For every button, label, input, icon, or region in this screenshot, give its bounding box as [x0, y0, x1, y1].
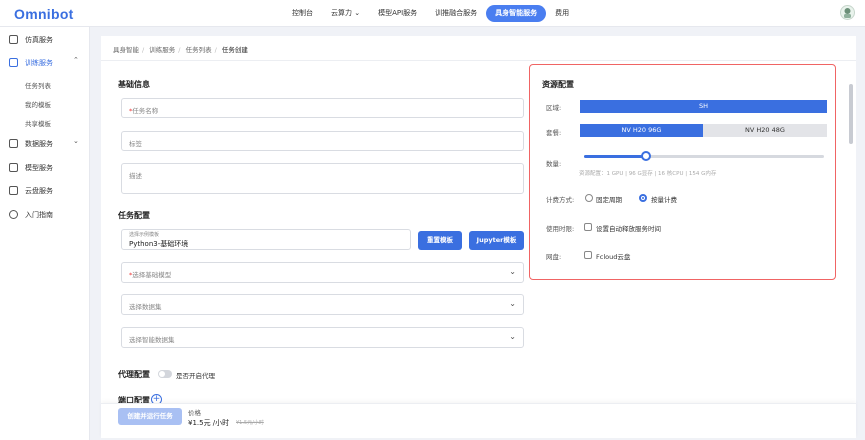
package-option-96g[interactable]: NV H20 96G — [580, 124, 703, 137]
resource-config-title: 资源配置 — [542, 80, 574, 89]
tags-input[interactable]: 标签 — [121, 131, 524, 151]
template-value: Python3-基础环境 — [129, 240, 189, 248]
auto-release-label[interactable]: 设置自动释放服务时间 — [596, 223, 661, 233]
sidebar-item-label: 模型服务 — [25, 164, 53, 172]
quantity-label: 数量: — [546, 160, 562, 168]
resource-config-panel: 资源配置 区域: SH 套餐: NV H20 96G NV H20 48G 数量… — [529, 64, 836, 280]
breadcrumb-item[interactable]: 训练服务 — [149, 46, 175, 54]
chevron-up-icon: ⌃ — [73, 56, 79, 64]
disk-label: 网盘: — [546, 253, 562, 261]
logo[interactable]: Omnibot — [14, 6, 74, 22]
template-float-label: 选择示例模板 — [129, 232, 160, 238]
task-name-placeholder: 任务名称 — [132, 107, 159, 115]
description-placeholder: 描述 — [129, 172, 142, 180]
fcloud-disk-label[interactable]: Fcloud云盘 — [596, 251, 630, 261]
template-select[interactable]: 选择示例模板 Python3-基础环境 — [121, 229, 411, 250]
robot-avatar-icon — [844, 8, 851, 18]
gear-icon — [9, 210, 18, 219]
divider — [101, 60, 856, 61]
nav-console[interactable]: 控制台 — [283, 5, 322, 22]
main-nav: 控制台 云算力 ⌄ 模型API服务 训推融合服务 具身智能服务 费用 — [283, 5, 578, 22]
breadcrumb-current: 任务创建 — [221, 46, 248, 54]
sidebar: 仿真服务 训练服务 ⌃ 任务列表 我的模板 共享模板 数据服务 ⌄ 模型服务 云… — [0, 27, 90, 440]
sidebar-item-label: 仿真服务 — [25, 36, 53, 44]
document-icon — [9, 35, 18, 44]
resource-spec-text: 资源配置：1 GPU | 96 G显存 | 16 核CPU | 154 G内存 — [579, 171, 717, 177]
sidebar-item-cloud-disk[interactable]: 云盘服务 — [0, 184, 90, 198]
sidebar-item-training[interactable]: 训练服务 ⌃ — [0, 56, 90, 70]
sidebar-item-label: 云盘服务 — [25, 187, 53, 195]
task-name-input[interactable]: *任务名称 — [121, 98, 524, 118]
quantity-slider-thumb[interactable] — [641, 151, 652, 161]
chevron-down-icon: ⌄ — [73, 137, 79, 145]
duration-label: 使用时限: — [546, 225, 575, 233]
server-icon — [9, 163, 18, 172]
base-model-select[interactable]: *选择基础模型 ⌄ — [121, 262, 524, 283]
nav-cloud-compute[interactable]: 云算力 ⌄ — [322, 5, 369, 22]
dataset-placeholder: 选择数据集 — [129, 303, 162, 311]
proxy-config-title: 代理配置 — [118, 370, 150, 379]
proxy-toggle-label: 是否开启代理 — [176, 372, 215, 380]
price-label: 价格 — [188, 409, 201, 417]
sidebar-item-label: 入门指南 — [25, 211, 53, 219]
nav-billing[interactable]: 费用 — [546, 5, 578, 22]
sidebar-item-simulation[interactable]: 仿真服务 — [0, 33, 90, 47]
chevron-down-icon: ⌄ — [509, 299, 516, 308]
price-value: ¥1.5元 /小时 — [188, 419, 230, 427]
shield-icon — [9, 58, 18, 67]
proxy-toggle[interactable] — [158, 370, 172, 378]
quantity-slider-fill — [584, 155, 647, 158]
reset-template-button[interactable]: 重置模板 — [418, 231, 462, 250]
tags-placeholder: 标签 — [129, 140, 142, 148]
basic-info-title: 基础信息 — [118, 80, 150, 89]
package-label: 套餐: — [546, 129, 562, 137]
sidebar-item-data[interactable]: 数据服务 ⌄ — [0, 137, 90, 151]
sidebar-sub-task-list[interactable]: 任务列表 — [25, 80, 51, 90]
sidebar-item-guide[interactable]: 入门指南 — [0, 208, 90, 222]
quantity-slider[interactable] — [584, 151, 824, 161]
smart-dataset-select[interactable]: 选择智能数据集 ⌄ — [121, 327, 524, 348]
auto-release-checkbox[interactable] — [584, 223, 592, 231]
region-option-sh[interactable]: SH — [580, 100, 827, 113]
description-textarea[interactable]: 描述 — [121, 163, 524, 194]
chevron-down-icon: ⌄ — [509, 332, 516, 341]
user-avatar[interactable] — [840, 5, 855, 20]
footer-bar: 创建并运行任务 价格 ¥1.5元 /小时 ¥1.5元/小时 — [101, 403, 856, 438]
breadcrumb-item[interactable]: 具身智能 — [113, 46, 139, 54]
nav-model-api[interactable]: 模型API服务 — [369, 5, 426, 22]
nav-embodied-ai[interactable]: 具身智能服务 — [486, 5, 547, 22]
price-original: ¥1.5元/小时 — [236, 420, 264, 426]
billing-fixed-label[interactable]: 固定周期 — [596, 194, 622, 204]
billing-fixed-radio[interactable] — [585, 194, 593, 202]
sidebar-sub-shared-templates[interactable]: 共享模板 — [25, 118, 51, 128]
jupyter-template-button[interactable]: Jupyter模板 — [469, 231, 524, 250]
billing-label: 计费方式: — [546, 196, 575, 204]
database-icon — [9, 139, 18, 148]
create-run-task-button[interactable]: 创建并运行任务 — [118, 408, 182, 425]
sidebar-item-label: 数据服务 — [25, 140, 53, 148]
nav-train-infer[interactable]: 训推融合服务 — [426, 5, 486, 22]
breadcrumb-item[interactable]: 任务列表 — [186, 46, 212, 54]
disk-icon — [9, 186, 18, 195]
breadcrumb: 具身智能 / 训练服务 / 任务列表 / 任务创建 — [113, 46, 248, 54]
base-model-placeholder: 选择基础模型 — [132, 271, 172, 279]
scrollbar[interactable] — [849, 84, 853, 144]
fcloud-disk-checkbox[interactable] — [584, 251, 592, 259]
package-option-48g[interactable]: NV H20 48G — [703, 124, 827, 137]
smart-dataset-placeholder: 选择智能数据集 — [129, 336, 175, 344]
region-label: 区域: — [546, 104, 562, 112]
sidebar-sub-my-templates[interactable]: 我的模板 — [25, 99, 51, 109]
top-nav-bar: Omnibot 控制台 云算力 ⌄ 模型API服务 训推融合服务 具身智能服务 … — [0, 0, 865, 27]
dataset-select[interactable]: 选择数据集 ⌄ — [121, 294, 524, 315]
task-config-title: 任务配置 — [118, 211, 150, 220]
billing-payg-radio[interactable] — [639, 194, 647, 202]
sidebar-item-model[interactable]: 模型服务 — [0, 161, 90, 175]
sidebar-item-label: 训练服务 — [25, 59, 53, 67]
chevron-down-icon: ⌄ — [509, 267, 516, 276]
billing-payg-label[interactable]: 按量计费 — [651, 194, 677, 204]
